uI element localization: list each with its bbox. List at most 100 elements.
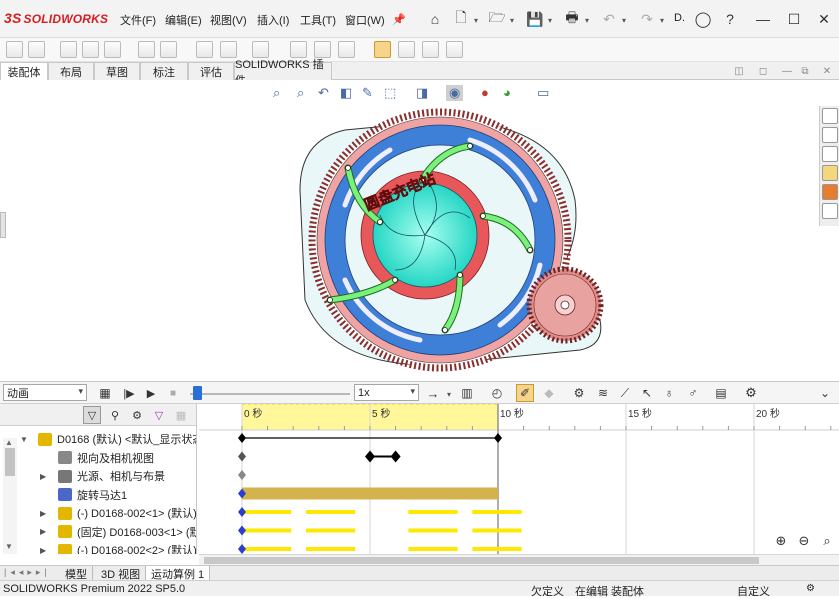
key-point[interactable] bbox=[238, 451, 246, 462]
user-account-icon[interactable]: ◯ bbox=[694, 10, 712, 28]
camera-icon[interactable] bbox=[422, 41, 439, 58]
key-point[interactable] bbox=[238, 525, 246, 536]
filter-results-icon[interactable]: ▦ bbox=[172, 406, 190, 424]
add-key-icon[interactable]: ◆ bbox=[540, 384, 558, 402]
tree-item[interactable]: ▶ (-) D0168-002<1> (默认) bbox=[0, 504, 196, 522]
design-library-icon[interactable] bbox=[822, 127, 838, 143]
custom-properties-icon[interactable] bbox=[822, 203, 838, 219]
timeline-chart[interactable]: 0 秒 5 秒 10 秒 15 秒 20 秒 bbox=[199, 404, 839, 554]
tab-sketch[interactable]: 草图 bbox=[94, 62, 140, 80]
motion-study-properties-icon[interactable]: ⚙ bbox=[742, 384, 760, 402]
chevron-right-icon[interactable]: ▶ bbox=[40, 527, 46, 536]
component-key-bar[interactable] bbox=[306, 547, 356, 551]
tree-item[interactable]: ▶ (固定) D0168-003<1> (默 bbox=[0, 523, 196, 541]
timeline-scrollbar[interactable] bbox=[199, 554, 839, 565]
stop-icon[interactable]: ■ bbox=[164, 384, 182, 402]
menu-view[interactable]: 视图(V) bbox=[210, 12, 247, 28]
component-key-bar[interactable] bbox=[472, 528, 522, 533]
edit-appearance-icon[interactable]: ● bbox=[481, 85, 489, 100]
view-palette-icon[interactable] bbox=[822, 165, 838, 181]
play-from-start-icon[interactable]: |▶ bbox=[120, 384, 138, 402]
instant3d-icon[interactable] bbox=[338, 41, 355, 58]
filter-icon[interactable]: ▽ bbox=[83, 406, 101, 424]
animation-wizard-icon[interactable]: ◴ bbox=[488, 384, 506, 402]
chevron-down-icon[interactable]: ▼ bbox=[5, 542, 13, 551]
filter-driving-icon[interactable]: ⚙ bbox=[128, 406, 146, 424]
spring-icon[interactable]: ≋ bbox=[594, 384, 612, 402]
tab-3d-view[interactable]: 3D 视图 bbox=[96, 566, 147, 581]
tab-layout[interactable]: 布局 bbox=[48, 62, 94, 80]
new-document-icon[interactable]: 🗋 bbox=[452, 9, 470, 28]
key-point[interactable] bbox=[238, 470, 246, 480]
tree-item[interactable]: 视向及相机视图 bbox=[0, 449, 196, 467]
smart-fasteners-icon[interactable] bbox=[104, 41, 121, 58]
zoom-to-fit-timeline-icon[interactable]: ⌕ bbox=[818, 532, 836, 550]
view-orientation-icon[interactable]: ⬚ bbox=[384, 85, 396, 101]
close-icon[interactable]: ✕ bbox=[815, 10, 833, 28]
playback-mode-icon[interactable]: → bbox=[424, 384, 442, 402]
chevron-down-icon[interactable]: ▾ bbox=[585, 16, 589, 25]
print-icon[interactable]: 🖶 bbox=[563, 9, 581, 28]
tab-evaluate[interactable]: 评估 bbox=[188, 62, 234, 80]
chevron-up-icon[interactable]: ▲ bbox=[5, 438, 13, 447]
mate-icon[interactable] bbox=[60, 41, 77, 58]
component-key-bar[interactable] bbox=[242, 510, 292, 514]
tab-assembly[interactable]: 装配体 bbox=[0, 62, 48, 80]
component-key-bar[interactable] bbox=[408, 528, 458, 533]
insert-component-icon[interactable] bbox=[28, 41, 45, 58]
zoom-to-area-icon[interactable]: ⌕ bbox=[297, 85, 304, 101]
playback-speed-select[interactable]: 1x ▾ bbox=[354, 384, 419, 401]
tab-model[interactable]: 模型 bbox=[60, 566, 93, 581]
panel-expand-handle[interactable] bbox=[0, 212, 6, 238]
maximize-icon[interactable]: ☐ bbox=[785, 10, 803, 28]
motion-timeline[interactable]: 0 秒 5 秒 10 秒 15 秒 20 秒 bbox=[199, 404, 839, 554]
assembly-features-icon[interactable] bbox=[196, 41, 213, 58]
damper-icon[interactable]: ⟋ bbox=[616, 384, 634, 402]
zoom-to-fit-icon[interactable]: ⌕ bbox=[273, 85, 280, 101]
save-icon[interactable]: 💾 bbox=[526, 10, 544, 28]
save-animation-icon[interactable]: ▥ bbox=[458, 384, 476, 402]
component-key-bar[interactable] bbox=[306, 510, 356, 514]
tree-item[interactable]: ▼ D0168 (默认) <默认_显示状态 bbox=[0, 430, 196, 448]
component-key-bar[interactable] bbox=[408, 510, 458, 514]
chevron-down-icon[interactable]: ▾ bbox=[510, 16, 514, 25]
force-icon[interactable]: ↖ bbox=[638, 384, 656, 402]
scrollbar-thumb[interactable] bbox=[5, 448, 15, 476]
minimize-icon[interactable]: — bbox=[754, 10, 772, 28]
redo-icon[interactable]: ↷ bbox=[638, 10, 656, 28]
tree-item[interactable]: 旋转马达1 bbox=[0, 486, 196, 504]
key-point[interactable] bbox=[238, 433, 246, 443]
tree-item[interactable]: ▶ (-) D0168-002<2> (默认) bbox=[0, 541, 196, 555]
rebuild-icon[interactable]: ⚙ bbox=[806, 583, 815, 594]
chevron-down-icon[interactable]: ▾ bbox=[447, 390, 451, 399]
menu-insert[interactable]: 插入(I) bbox=[257, 12, 289, 28]
key-point[interactable] bbox=[365, 450, 375, 463]
component-key-bar[interactable] bbox=[472, 547, 522, 551]
playback-slider-thumb[interactable] bbox=[193, 386, 202, 400]
open-folder-icon[interactable]: 🗁 bbox=[488, 9, 506, 28]
file-explorer-icon[interactable] bbox=[822, 146, 838, 162]
component-key-bar[interactable] bbox=[242, 547, 292, 551]
large-assembly-icon[interactable] bbox=[446, 41, 463, 58]
gravity-icon[interactable]: ♂ bbox=[684, 384, 702, 402]
tab-solidworks-addins[interactable]: SOLIDWORKS 插件 bbox=[234, 59, 332, 87]
tab-markup[interactable]: 标注 bbox=[140, 62, 188, 80]
timeline-scroll-thumb[interactable] bbox=[204, 557, 759, 564]
filter-selected-icon[interactable]: ▽ bbox=[150, 406, 168, 424]
calculate-icon[interactable]: ▦ bbox=[96, 384, 114, 402]
take-snapshot-icon[interactable] bbox=[398, 41, 415, 58]
chevron-down-icon[interactable]: ▾ bbox=[660, 16, 664, 25]
component-key-bar[interactable] bbox=[242, 528, 292, 533]
chevron-right-icon[interactable]: ▶ bbox=[40, 472, 46, 481]
chevron-right-icon[interactable]: ▶ bbox=[40, 509, 46, 518]
restore-view-icon[interactable]: ◻ bbox=[754, 62, 772, 80]
key-point[interactable] bbox=[494, 433, 502, 443]
component-key-bar[interactable] bbox=[472, 510, 522, 514]
chevron-right-icon[interactable]: ▶ bbox=[40, 546, 46, 555]
component-key-bar[interactable] bbox=[408, 547, 458, 551]
key-point[interactable] bbox=[238, 507, 246, 517]
solidworks-resources-icon[interactable] bbox=[822, 108, 838, 124]
autokey-icon[interactable]: ✐ bbox=[516, 384, 534, 402]
collapse-motion-manager-icon[interactable]: ⌄ bbox=[816, 384, 834, 402]
play-icon[interactable]: ▶ bbox=[142, 384, 160, 402]
